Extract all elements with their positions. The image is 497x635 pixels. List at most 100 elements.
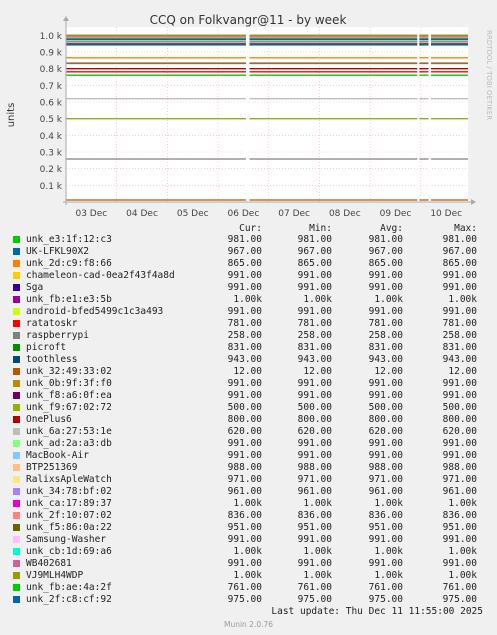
legend-min: 1.00k [303,570,332,581]
legend-name: unk_32:49:33:02 [26,366,112,377]
chart: CCQ on Folkvangr@11 - by week units RRDT… [6,13,493,219]
y-axis-arrow [63,16,69,21]
legend-cur: 967.00 [227,246,262,257]
legend-swatch [13,596,20,603]
legend-avg: 991.00 [368,558,403,569]
legend-row: unk_fb:e1:e3:5b 1.00k 1.00k 1.00k 1.00k [0,294,497,306]
y-tick-label: 0.4 k [40,132,63,142]
legend-cur: 620.00 [227,426,262,437]
legend-max: 781.00 [442,318,477,329]
legend-name: toothless [26,354,78,365]
legend-name: unk_2f:10:07:02 [26,510,112,521]
legend-min: 991.00 [297,450,332,461]
legend-max: 836.00 [442,510,477,521]
legend-avg: 981.00 [368,234,403,245]
legend-swatch [13,308,20,315]
legend-min: 951.00 [297,522,332,533]
y-tick-label: 0.7 k [40,82,63,92]
y-tick-label: 0.9 k [40,49,63,59]
legend-row: unk_ca:17:89:37 1.00k 1.00k 1.00k 1.00k [0,498,497,510]
y-tick-label: 0.1 k [40,182,63,192]
legend-min: 761.00 [297,582,332,593]
legend-cur: 991.00 [227,270,262,281]
legend-swatch [13,332,20,339]
legend-max: 991.00 [442,282,477,293]
legend-name: unk_f5:86:0a:22 [26,522,112,533]
legend-max: 258.00 [442,330,477,341]
legend-swatch [13,536,20,543]
legend-min: 991.00 [297,306,332,317]
legend-min: 991.00 [297,534,332,545]
legend-swatch [13,260,20,267]
legend-name: unk_ad:2a:a3:db [26,438,112,449]
rrdtool-credit: RRDTOOL / TOBI OETIKER [485,30,493,120]
legend-row: RalixsApleWatch 971.00 971.00 971.00 971.00 [0,474,497,486]
legend-row: ratatoskr 781.00 781.00 781.00 781.00 [0,318,497,330]
legend-max: 500.00 [442,402,477,413]
legend-avg: 943.00 [368,354,403,365]
legend-cur: 951.00 [227,522,262,533]
legend-max: 991.00 [442,534,477,545]
legend-swatch [13,452,20,459]
legend-min: 831.00 [297,342,332,353]
legend-avg: 975.00 [368,594,403,605]
legend-row: unk_2f:10:07:02 836.00 836.00 836.00 836.00 [0,510,497,522]
legend-row: unk_34:78:bf:02 961.00 961.00 961.00 961.00 [0,486,497,498]
legend-swatch [13,500,20,507]
x-axis-arrow [471,199,476,205]
legend-row: UK-LFKL90X2 967.00 967.00 967.00 967.00 [0,246,497,258]
x-tick-label: 03 Dec [75,209,107,219]
legend-name: unk_0b:9f:3f:f0 [26,378,112,389]
legend-row: MacBook-Air 991.00 991.00 991.00 991.00 [0,450,497,462]
legend-name: UK-LFKL90X2 [26,246,89,257]
legend-avg: 991.00 [368,270,403,281]
chart-title: CCQ on Folkvangr@11 - by week [150,13,347,27]
y-tick-label: 0.3 k [40,149,63,159]
legend-swatch [13,404,20,411]
legend-name: OnePlus6 [26,414,72,425]
legend-max: 831.00 [442,342,477,353]
legend-swatch [13,524,20,531]
legend-cur: 1.00k [233,294,262,305]
legend-min: 800.00 [297,414,332,425]
legend-min: 1.00k [303,546,332,557]
legend-avg: 991.00 [368,378,403,389]
legend-cur: 865.00 [227,258,262,269]
legend-min: 12.00 [303,366,332,377]
munin-version: Munin 2.0.76 [223,620,274,629]
legend-swatch [13,272,20,279]
legend-max: 620.00 [442,426,477,437]
legend-cur: 991.00 [227,282,262,293]
legend-row: unk_32:49:33:02 12.00 12.00 12.00 12.00 [0,366,497,378]
legend-cur: 991.00 [227,450,262,461]
legend-row: picroft 831.00 831.00 831.00 831.00 [0,342,497,354]
legend-avg: 951.00 [368,522,403,533]
legend: unk_e3:1f:12:c3 981.00 981.00 981.00 981.00 U… [0,234,497,606]
legend-name: unk_fb:ae:4a:2f [26,582,112,593]
legend-row: unk_fb:ae:4a:2f 761.00 761.00 761.00 761.00 [0,582,497,594]
legend-row: unk_f9:67:02:72 500.00 500.00 500.00 500.00 [0,402,497,414]
legend-swatch [13,464,20,471]
legend-swatch [13,416,20,423]
data-gap [245,27,250,202]
legend-min: 975.00 [297,594,332,605]
legend-avg: 800.00 [368,414,403,425]
legend-row: unk_f8:a6:0f:ea 991.00 991.00 991.00 991.00 [0,390,497,402]
legend-row: unk_ad:2a:a3:db 991.00 991.00 991.00 991.00 [0,438,497,450]
legend-swatch [13,368,20,375]
legend-max: 761.00 [442,582,477,593]
legend-swatch [13,344,20,351]
legend-swatch [13,296,20,303]
legend-max: 951.00 [442,522,477,533]
legend-header-max: Max: [454,223,477,234]
legend-cur: 781.00 [227,318,262,329]
legend-avg: 500.00 [368,402,403,413]
legend-row: unk_6a:27:53:1e 620.00 620.00 620.00 620.00 [0,426,497,438]
legend-name: picroft [26,342,67,353]
legend-avg: 991.00 [368,390,403,401]
legend-min: 991.00 [297,282,332,293]
legend-min: 500.00 [297,402,332,413]
legend-avg: 988.00 [368,462,403,473]
legend-avg: 781.00 [368,318,403,329]
legend-row: android-bfed5499c1c3a493 991.00 991.00 991.… [0,306,497,318]
